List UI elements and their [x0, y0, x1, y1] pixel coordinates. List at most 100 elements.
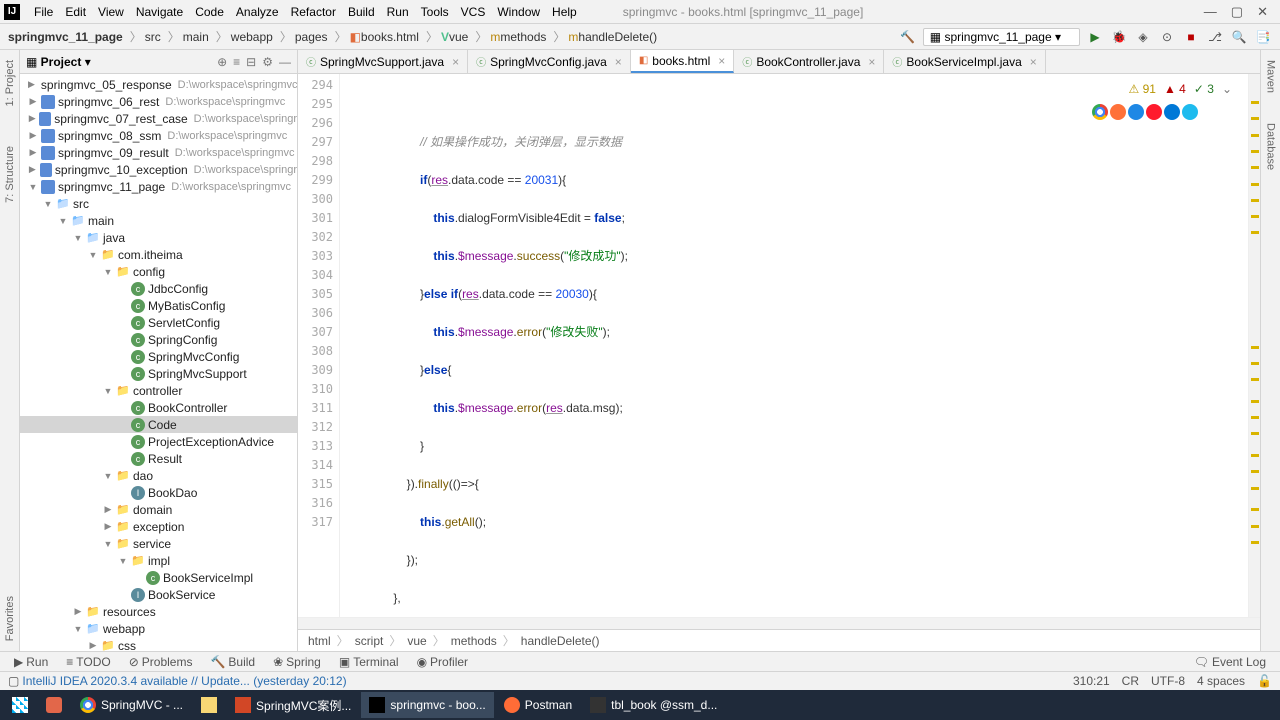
structure-breadcrumb[interactable]: html〉 script〉 vue〉 methods〉 handleDelete… — [298, 629, 1260, 651]
settings-icon[interactable]: 📑 — [1254, 28, 1272, 46]
menu-tools[interactable]: Tools — [415, 3, 455, 21]
close-tab-icon[interactable]: × — [718, 54, 725, 68]
tree-item[interactable]: JdbcConfig — [20, 280, 297, 297]
tree-item[interactable]: ▼springmvc_11_pageD:\workspace\springmvc — [20, 178, 297, 195]
editor-tab[interactable]: ⓒSpringMvcConfig.java× — [468, 50, 631, 73]
menu-navigate[interactable]: Navigate — [130, 3, 189, 21]
build-icon[interactable]: 🔨 — [899, 28, 917, 46]
menu-edit[interactable]: Edit — [59, 3, 92, 21]
editor-tab[interactable]: ⓒBookServiceImpl.java× — [884, 50, 1045, 73]
close-button[interactable]: ✕ — [1257, 4, 1268, 20]
crumb-file[interactable]: books.html — [361, 30, 419, 44]
opera-icon[interactable] — [1146, 104, 1162, 120]
task-db[interactable]: tbl_book @ssm_d... — [582, 692, 725, 718]
menu-refactor[interactable]: Refactor — [285, 3, 342, 21]
tool-project[interactable]: 1: Project — [4, 60, 16, 106]
tab-spring[interactable]: ❀ Spring — [265, 654, 329, 670]
run-icon[interactable]: ▶ — [1086, 28, 1104, 46]
close-tab-icon[interactable]: × — [615, 55, 622, 69]
menu-build[interactable]: Build — [342, 3, 381, 21]
tab-profiler[interactable]: ◉ Profiler — [409, 654, 477, 670]
tree-item[interactable]: Code — [20, 416, 297, 433]
tab-problems[interactable]: ⊘ Problems — [121, 654, 201, 670]
tree-item[interactable]: MyBatisConfig — [20, 297, 297, 314]
tree-item[interactable]: Result — [20, 450, 297, 467]
tool-maven[interactable]: Maven — [1265, 60, 1277, 93]
task-powerpoint[interactable]: SpringMVC案例... — [227, 692, 359, 718]
tree-item[interactable]: ▶domain — [20, 501, 297, 518]
task-explorer[interactable] — [193, 692, 225, 718]
safari-icon[interactable] — [1128, 104, 1144, 120]
tab-terminal[interactable]: ▣ Terminal — [331, 654, 407, 670]
tree-item[interactable]: ▼controller — [20, 382, 297, 399]
tree-item[interactable]: SpringMvcSupport — [20, 365, 297, 382]
coverage-icon[interactable]: ◈ — [1134, 28, 1152, 46]
tree-item[interactable]: ▶springmvc_09_resultD:\workspace\springm… — [20, 144, 297, 161]
tree-item[interactable]: BookServiceImpl — [20, 569, 297, 586]
vcs-icon[interactable]: ⎇ — [1206, 28, 1224, 46]
tree-item[interactable]: BookService — [20, 586, 297, 603]
tree-item[interactable]: ▼dao — [20, 467, 297, 484]
menu-file[interactable]: File — [28, 3, 59, 21]
close-tab-icon[interactable]: × — [868, 55, 875, 69]
tree-item[interactable]: ▶springmvc_05_responseD:\workspace\sprin… — [20, 76, 297, 93]
error-stripe[interactable] — [1248, 74, 1260, 617]
firefox-icon[interactable] — [1110, 104, 1126, 120]
ie-icon[interactable] — [1182, 104, 1198, 120]
task-postman[interactable]: Postman — [496, 692, 580, 718]
tab-todo[interactable]: ≡ TODO — [58, 654, 118, 670]
menu-help[interactable]: Help — [546, 3, 583, 21]
editor-tab[interactable]: ⓒSpringMvcSupport.java× — [298, 50, 468, 73]
expand-icon[interactable]: ≡ — [233, 55, 240, 69]
minimize-button[interactable]: — — [1204, 4, 1217, 20]
tree-item[interactable]: BookDao — [20, 484, 297, 501]
crumb-main[interactable]: main — [183, 30, 209, 44]
editor-tab[interactable]: ⓒBookController.java× — [734, 50, 884, 73]
search-icon[interactable]: 🔍 — [1230, 28, 1248, 46]
tree-item[interactable]: ▼src — [20, 195, 297, 212]
browser-preview-icons[interactable] — [1092, 104, 1198, 120]
update-link[interactable]: IntelliJ IDEA 2020.3.4 available // Upda… — [22, 674, 346, 688]
caret-position[interactable]: 310:21 — [1073, 674, 1110, 688]
editor-tab[interactable]: ◧books.html× — [631, 50, 735, 73]
encoding[interactable]: UTF-8 — [1151, 674, 1185, 688]
menu-window[interactable]: Window — [491, 3, 546, 21]
lock-icon[interactable]: 🔓 — [1257, 674, 1272, 688]
tree-item[interactable]: ▶resources — [20, 603, 297, 620]
menu-run[interactable]: Run — [381, 3, 415, 21]
task-chrome[interactable]: SpringMVC - ... — [72, 692, 191, 718]
tool-favorites[interactable]: Favorites — [4, 596, 16, 641]
debug-icon[interactable]: 🐞 — [1110, 28, 1128, 46]
indent[interactable]: 4 spaces — [1197, 674, 1245, 688]
chrome-icon[interactable] — [1092, 104, 1108, 120]
crumb-src[interactable]: src — [145, 30, 161, 44]
tool-structure[interactable]: 7: Structure — [4, 146, 16, 203]
tree-item[interactable]: ServletConfig — [20, 314, 297, 331]
tree-item[interactable]: ▼config — [20, 263, 297, 280]
tree-item[interactable]: ▼main — [20, 212, 297, 229]
tree-item[interactable]: SpringMvcConfig — [20, 348, 297, 365]
collapse-icon[interactable]: ⊟ — [246, 55, 256, 69]
tree-item[interactable]: ▶css — [20, 637, 297, 651]
tree-item[interactable]: ▼java — [20, 229, 297, 246]
tree-item[interactable]: ▼com.itheima — [20, 246, 297, 263]
locate-icon[interactable]: ⊕ — [217, 55, 227, 69]
close-tab-icon[interactable]: × — [1030, 55, 1037, 69]
tree-item[interactable]: ▼webapp — [20, 620, 297, 637]
tree-item[interactable]: ProjectExceptionAdvice — [20, 433, 297, 450]
stop-icon[interactable]: ■ — [1182, 28, 1200, 46]
crumb-project[interactable]: springmvc_11_page — [8, 30, 123, 44]
tab-build[interactable]: 🔨 Build — [202, 654, 263, 670]
tab-run[interactable]: ▶ Run — [6, 654, 56, 670]
hide-icon[interactable]: — — [279, 55, 291, 69]
crumb-methods[interactable]: methods — [500, 30, 546, 44]
tree-item[interactable]: ▼service — [20, 535, 297, 552]
tool-database[interactable]: Database — [1265, 123, 1277, 170]
horizontal-scrollbar[interactable] — [298, 617, 1260, 629]
inspection-widget[interactable]: ⚠ 91 ▲ 4 ✓ 3 ⌄ — [1129, 80, 1233, 99]
tree-item[interactable]: ▼impl — [20, 552, 297, 569]
task-search[interactable] — [38, 692, 70, 718]
tree-item[interactable]: BookController — [20, 399, 297, 416]
crumb-handledelete[interactable]: handleDelete() — [578, 30, 657, 44]
run-config-select[interactable]: ▦ springmvc_11_page ▾ — [923, 28, 1080, 46]
